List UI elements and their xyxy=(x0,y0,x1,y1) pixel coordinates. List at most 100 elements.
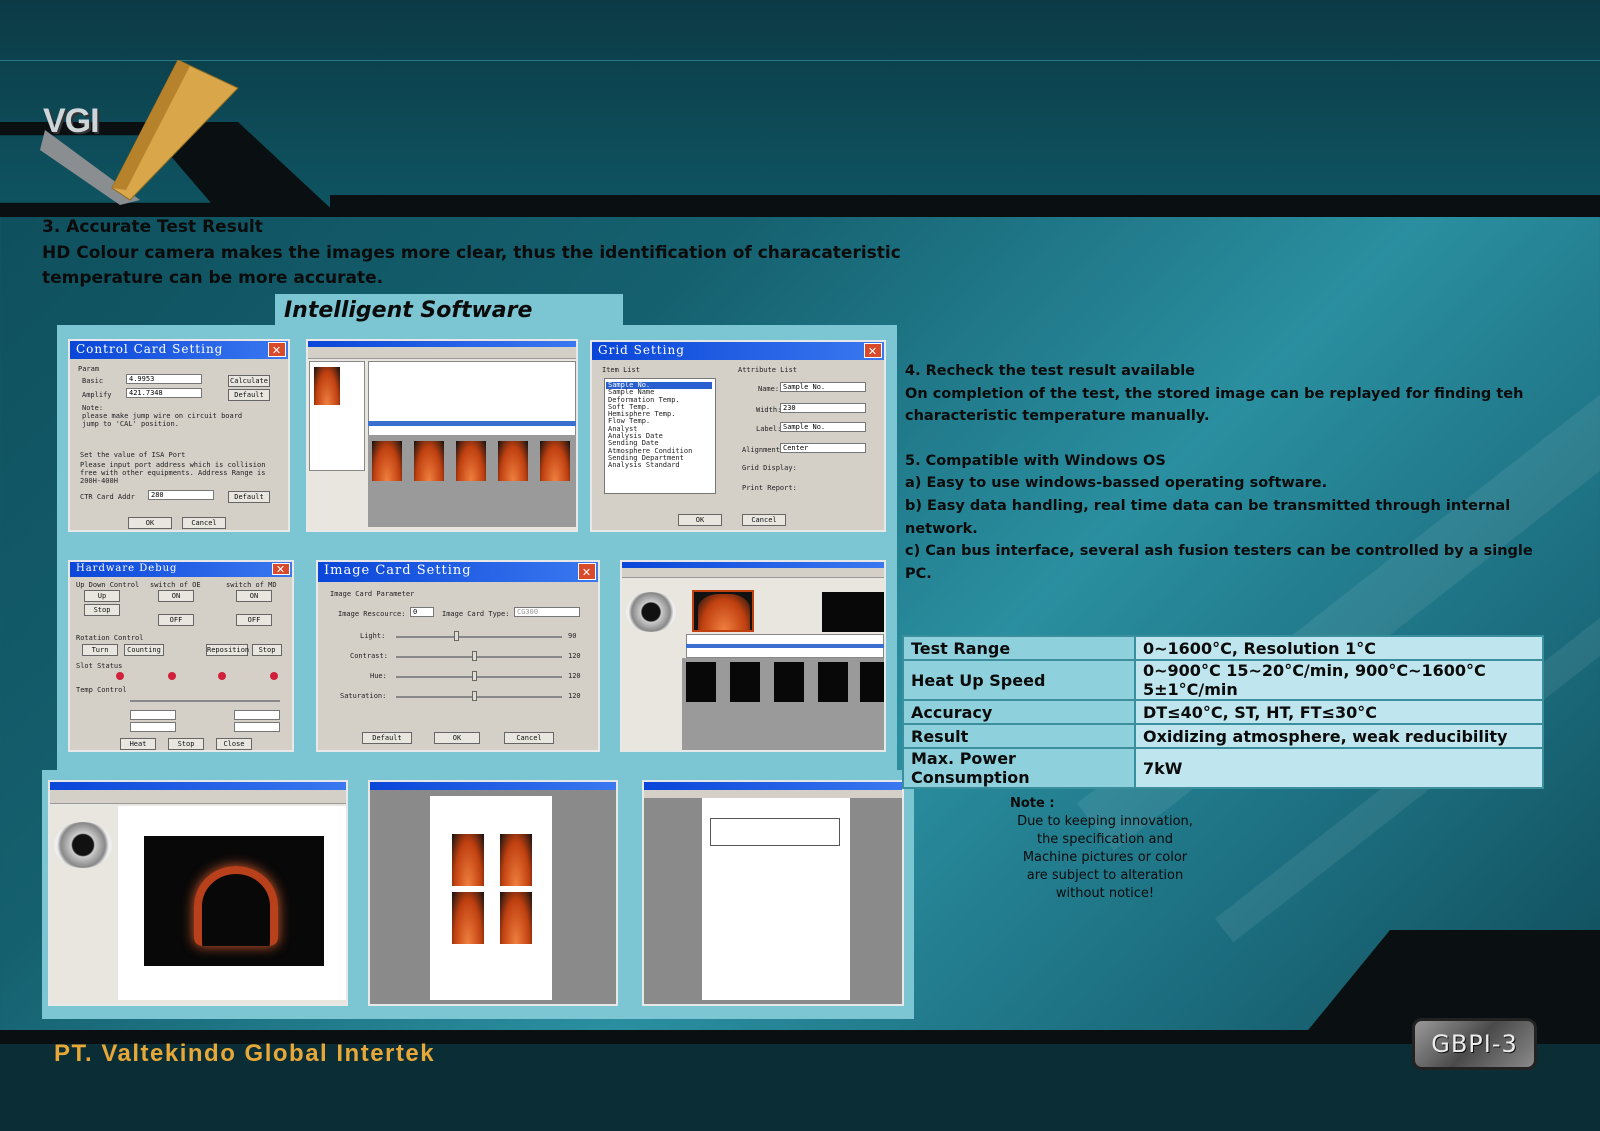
isa-label: Set the value of ISA Port xyxy=(80,451,186,459)
counting-button[interactable]: Counting xyxy=(124,644,164,656)
up-button[interactable]: Up xyxy=(84,590,120,602)
sample-image xyxy=(498,441,528,481)
hue-label: Hue: xyxy=(370,672,387,680)
table-row: Max. Power Consumption 7kW xyxy=(902,747,1544,789)
cancel-button[interactable]: Cancel xyxy=(182,517,226,529)
window-title: Grid Setting xyxy=(598,343,685,357)
alignment-select[interactable]: Center xyxy=(780,443,866,453)
image-card-window: Image Card Setting ✕ Image Card Parameter… xyxy=(316,560,600,752)
reposition-button[interactable]: Reposition xyxy=(206,644,249,656)
note-line: the specification and xyxy=(1036,832,1174,847)
close-icon[interactable]: ✕ xyxy=(268,342,286,357)
md-on-button[interactable]: ON xyxy=(236,590,272,602)
sample-image xyxy=(456,441,486,481)
sample-silhouette xyxy=(194,866,278,946)
print-report-label: Print Report: xyxy=(742,484,797,492)
toolbar xyxy=(644,790,902,798)
light-slider-thumb[interactable] xyxy=(454,631,459,641)
slot-status-label: Slot Status xyxy=(76,662,123,670)
list-item[interactable]: Analysis Standard xyxy=(608,461,713,469)
status-led-icon xyxy=(116,672,124,680)
contrast-slider[interactable] xyxy=(396,656,562,658)
note-line: Due to keeping innovation, xyxy=(1017,814,1193,829)
sample-image xyxy=(540,441,570,481)
company-name: PT. Valtekindo Global Intertek xyxy=(54,1040,436,1067)
table-row: Test Range 0~1600°C, Resolution 1°C xyxy=(902,635,1544,661)
ok-button[interactable]: OK xyxy=(434,732,480,744)
stop-button[interactable]: Stop xyxy=(84,604,120,616)
selected-row xyxy=(686,644,884,648)
calculate-button[interactable]: Calculate xyxy=(228,375,270,387)
features-text: 4. Recheck the test result available On … xyxy=(905,360,1555,585)
resource-field[interactable]: 0 xyxy=(410,607,434,617)
sample-frame xyxy=(730,662,760,702)
heat-stop-button[interactable]: Stop xyxy=(168,738,204,750)
toolbar xyxy=(308,347,576,359)
camera-view xyxy=(692,590,754,632)
fusion-monitor-window xyxy=(620,560,886,752)
cancel-button[interactable]: Cancel xyxy=(504,732,554,744)
furnace-temp-field[interactable] xyxy=(234,710,280,720)
label-label: Label: xyxy=(756,425,782,433)
contrast-slider-thumb[interactable] xyxy=(472,651,477,661)
rotation-stop-button[interactable]: Stop xyxy=(252,644,282,656)
amplify-field[interactable]: 421.7348 xyxy=(126,388,202,398)
saturation-slider[interactable] xyxy=(396,696,562,698)
report-page xyxy=(430,796,552,1000)
default-button[interactable]: Default xyxy=(228,389,270,401)
saturation-slider-thumb[interactable] xyxy=(472,691,477,701)
furnace-view-icon xyxy=(626,592,676,632)
sample-image xyxy=(452,892,484,944)
toolbar xyxy=(622,568,884,578)
param-label: Param xyxy=(78,365,100,373)
sample-image xyxy=(452,834,484,886)
turn-button[interactable]: Turn xyxy=(82,644,118,656)
close-icon[interactable]: ✕ xyxy=(864,343,882,358)
ok-button[interactable]: OK xyxy=(678,514,722,526)
model-badge: GBPI-3 xyxy=(1412,1018,1537,1070)
up-down-label: Up Down Control xyxy=(76,581,140,589)
spec-label: Max. Power Consumption xyxy=(902,747,1136,789)
hue-slider-thumb[interactable] xyxy=(472,671,477,681)
cancel-button[interactable]: Cancel xyxy=(742,514,786,526)
window-titlebar xyxy=(50,782,346,790)
close-icon[interactable]: ✕ xyxy=(272,563,290,576)
close-icon[interactable]: ✕ xyxy=(578,563,596,580)
card-type-select[interactable]: CG300 xyxy=(514,607,580,617)
close-button[interactable]: Close xyxy=(216,738,252,750)
table-row: Result Oxidizing atmosphere, weak reduci… xyxy=(902,723,1544,749)
width-field[interactable]: 230 xyxy=(780,403,866,413)
toolbar xyxy=(50,790,346,804)
basic-field[interactable]: 4.9953 xyxy=(126,374,202,384)
md-off-button[interactable]: OFF xyxy=(236,614,272,626)
light-slider[interactable] xyxy=(396,636,562,638)
sample-image xyxy=(500,892,532,944)
default-button[interactable]: Default xyxy=(228,491,270,503)
section5-item: a) Easy to use windows-bassed operating … xyxy=(905,475,1328,492)
section3-description: HD Colour camera makes the images more c… xyxy=(42,243,901,288)
note-line: are subject to alteration xyxy=(1026,868,1184,883)
speed-field[interactable] xyxy=(234,722,280,732)
report-table xyxy=(710,818,840,846)
hue-slider[interactable] xyxy=(396,676,562,678)
ok-button[interactable]: OK xyxy=(128,517,172,529)
default-button[interactable]: Default xyxy=(362,732,412,744)
heat-button[interactable]: Heat xyxy=(120,738,156,750)
ctr-field[interactable]: 280 xyxy=(148,490,214,500)
analysis-software-window xyxy=(306,339,578,532)
item-list-label: Item List xyxy=(602,366,640,374)
oe-on-button[interactable]: ON xyxy=(158,590,194,602)
spec-value: 0~1600°C, Resolution 1°C xyxy=(1134,635,1544,661)
label-field[interactable]: Sample No. xyxy=(780,422,866,432)
status-led-icon xyxy=(218,672,226,680)
attribute-list-label: Attribute List xyxy=(738,366,798,374)
cold-end-field[interactable] xyxy=(130,722,176,732)
light-label: Light: xyxy=(360,632,386,640)
heating-slider[interactable] xyxy=(130,700,280,702)
oe-off-button[interactable]: OFF xyxy=(158,614,194,626)
item-list[interactable]: Sample No. Sample Name Deformation Temp. So… xyxy=(604,378,716,494)
thermocouple-field[interactable] xyxy=(130,710,176,720)
name-field[interactable]: Sample No. xyxy=(780,382,866,392)
hue-value: 120 xyxy=(568,672,581,680)
sample-frame xyxy=(860,662,884,702)
